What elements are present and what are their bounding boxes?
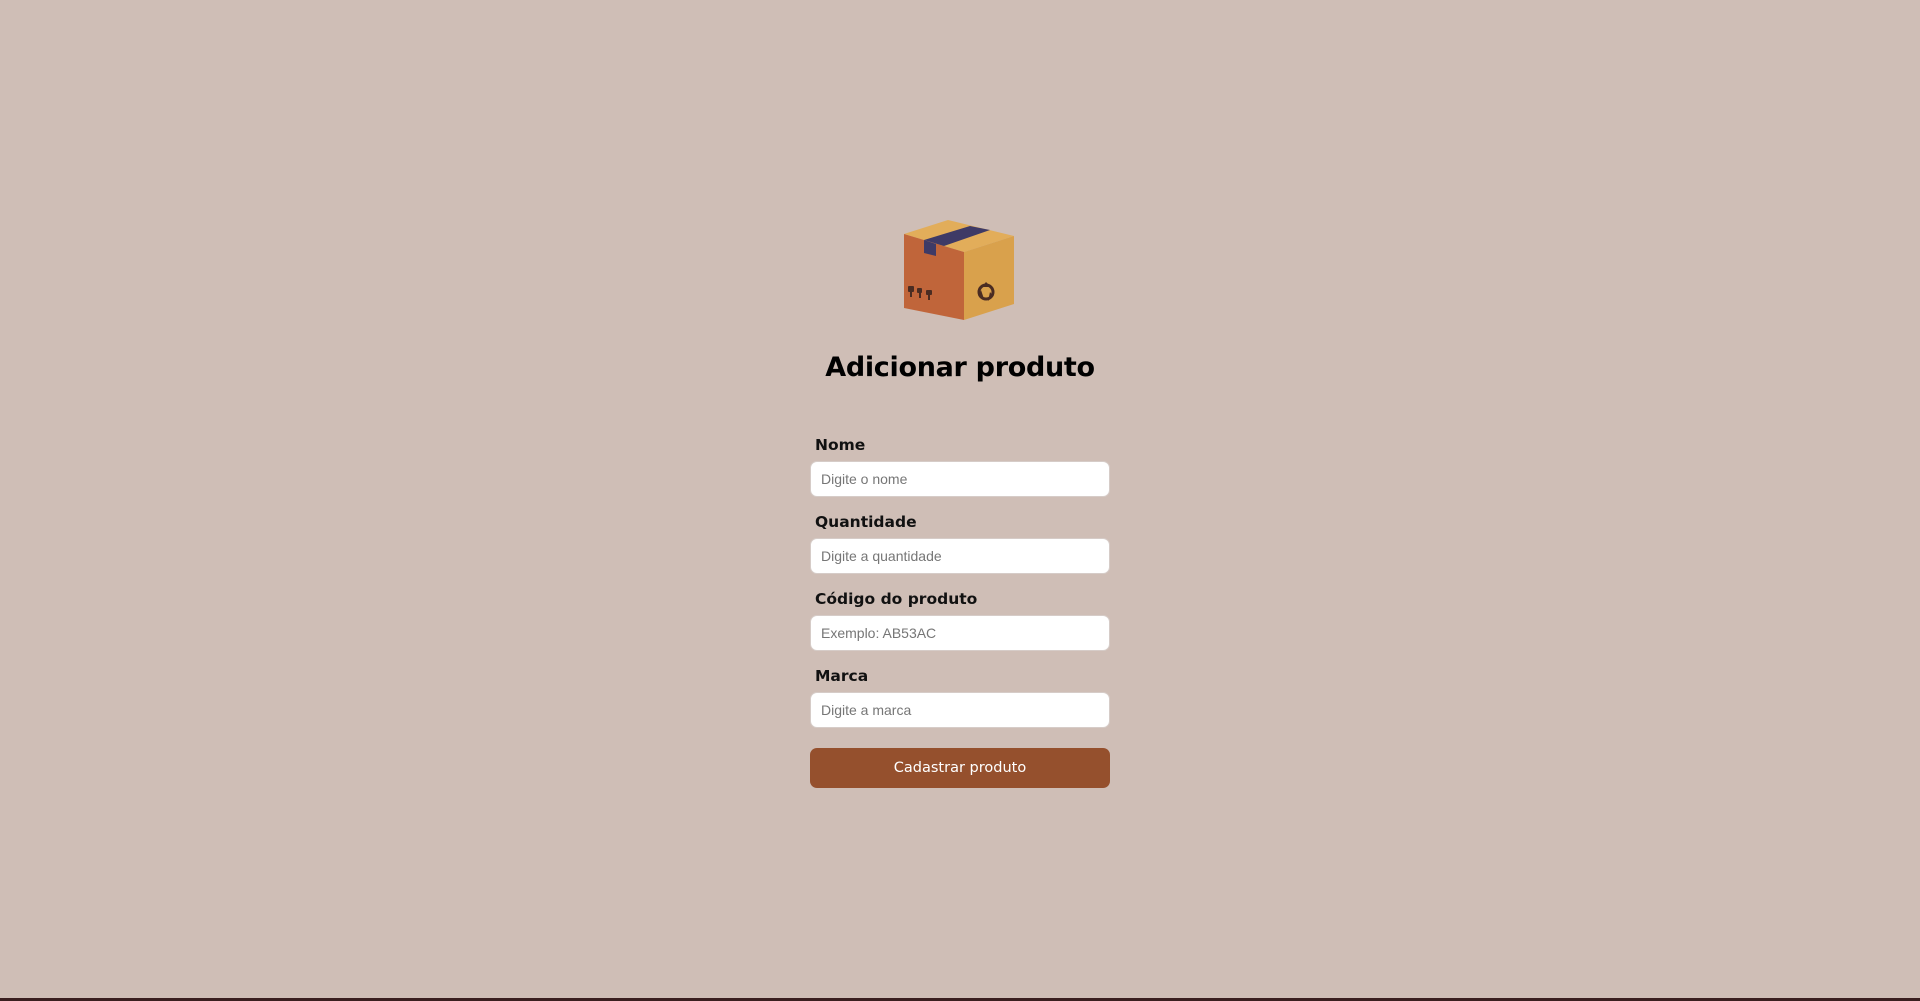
brand-input[interactable] — [810, 692, 1110, 728]
cardboard-box-icon — [902, 216, 1018, 320]
page-title: Adicionar produto — [825, 352, 1095, 383]
name-input[interactable] — [810, 461, 1110, 497]
name-label: Nome — [815, 436, 866, 454]
quantity-label: Quantidade — [815, 513, 917, 531]
product-code-input[interactable] — [810, 615, 1110, 651]
brand-label: Marca — [815, 667, 869, 685]
quantity-input[interactable] — [810, 538, 1110, 574]
product-code-label: Código do produto — [815, 590, 978, 608]
register-product-button[interactable]: Cadastrar produto — [810, 748, 1110, 788]
